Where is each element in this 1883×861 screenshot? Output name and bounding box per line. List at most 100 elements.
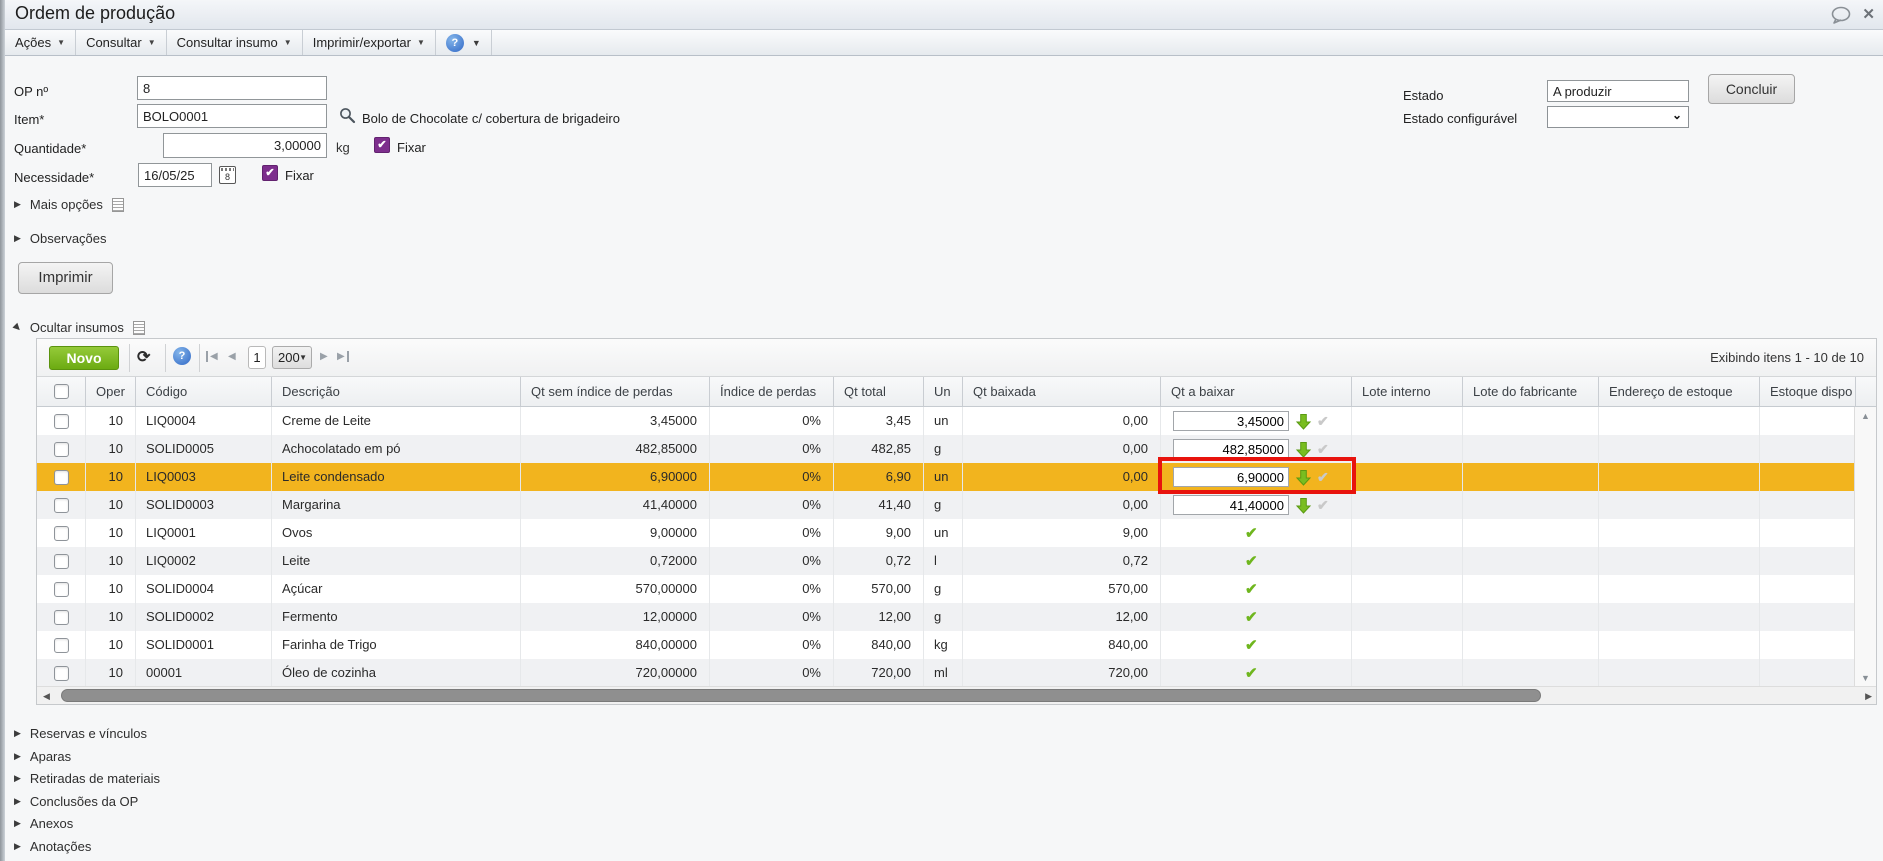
help-icon[interactable]: ? [173, 347, 191, 365]
scroll-right-icon[interactable]: ▶ [1865, 691, 1872, 702]
row-checkbox[interactable] [53, 609, 69, 625]
row-checkbox[interactable] [53, 637, 69, 653]
page-next-icon[interactable]: ▶ [320, 351, 328, 362]
estado-configuravel-select[interactable]: ⌄ [1547, 106, 1689, 128]
imprimir-button[interactable]: Imprimir [18, 262, 113, 294]
row-checkbox[interactable] [53, 581, 69, 597]
item-input[interactable] [137, 104, 327, 128]
cell-estoque-disponivel [1760, 659, 1856, 687]
column-header-qt-a-baixar[interactable]: Qt a baixar [1161, 377, 1352, 406]
fixar-quantity-checkbox[interactable]: ✔ [374, 137, 390, 153]
chevron-down-icon[interactable]: ▼ [472, 38, 481, 48]
help-icon[interactable]: ? [445, 33, 464, 52]
row-checkbox[interactable] [53, 665, 69, 681]
menu-item-consultar-insumo[interactable]: Consultar insumo ▼ [167, 30, 303, 55]
green-down-arrow-icon[interactable] [1295, 441, 1312, 458]
select-all-checkbox[interactable] [53, 384, 69, 399]
green-down-arrow-icon[interactable] [1295, 497, 1312, 514]
menu-item-consultar[interactable]: Consultar ▼ [76, 30, 167, 55]
scroll-up-icon[interactable]: ▲ [1855, 411, 1876, 421]
grid-header: Oper Código Descrição Qt sem índice de perd… [37, 377, 1876, 407]
notes-icon[interactable] [111, 197, 124, 212]
column-header--ndice-de-perdas[interactable]: Índice de perdas [710, 377, 834, 406]
section-toggle-anota-es[interactable]: ▶ Anotações [14, 839, 91, 854]
quantity-label: Quantidade* [14, 141, 87, 156]
horizontal-scrollbar[interactable]: ◀ ▶ [37, 686, 1876, 704]
mais-opcoes-toggle[interactable]: ▶ Mais opções [14, 197, 124, 212]
novo-button[interactable]: Novo [49, 346, 119, 370]
cell-endereco-estoque [1599, 435, 1760, 463]
notes-icon[interactable] [132, 320, 145, 335]
op-number-input[interactable] [137, 76, 327, 100]
row-checkbox[interactable] [53, 497, 69, 513]
row-checkbox[interactable] [53, 441, 69, 457]
page-last-icon[interactable]: ▶ [337, 351, 349, 362]
column-header-un[interactable]: Un [924, 377, 963, 406]
column-header-estoque-dispo[interactable]: Estoque dispo [1760, 377, 1856, 406]
column-header-endere-o-de-estoque[interactable]: Endereço de estoque [1599, 377, 1760, 406]
triangle-collapsed-icon: ▶ [14, 728, 21, 738]
menu-item-imprimir-exportar[interactable]: Imprimir/exportar ▼ [303, 30, 436, 55]
section-toggle-anexos[interactable]: ▶ Anexos [14, 816, 73, 831]
section-toggle-retiradas-de-materiais[interactable]: ▶ Retiradas de materiais [14, 771, 160, 786]
close-icon[interactable]: ✕ [1862, 6, 1875, 24]
speech-bubble-icon[interactable] [1830, 6, 1852, 24]
qt-a-baixar-input[interactable] [1173, 467, 1289, 487]
table-row[interactable]: 10 LIQ0001 Ovos 9,00000 0% 9,00 un 9,00 ✔ [37, 519, 1876, 547]
page-prev-icon[interactable]: ◀ [228, 351, 236, 362]
calendar-icon[interactable]: 8 [219, 166, 236, 184]
page-number-input[interactable]: 1 [248, 346, 266, 369]
concluir-button[interactable]: Concluir [1708, 74, 1795, 104]
quantity-input[interactable] [163, 133, 327, 158]
observacoes-toggle[interactable]: ▶ Observações [14, 231, 107, 246]
page-size-select[interactable]: 200 ▼ [272, 346, 312, 369]
qt-a-baixar-input[interactable] [1173, 495, 1289, 515]
table-row[interactable]: 10 LIQ0002 Leite 0,72000 0% 0,72 l 0,72 ✔ [37, 547, 1876, 575]
refresh-icon[interactable]: ⟳ [137, 347, 150, 367]
table-row[interactable]: 10 SOLID0002 Fermento 12,00000 0% 12,00 g 12,00… [37, 603, 1876, 631]
table-row[interactable]: 10 SOLID0003 Margarina 41,40000 0% 41,40 g 0,00… [37, 491, 1876, 519]
column-header-qt-baixada[interactable]: Qt baixada [963, 377, 1161, 406]
row-checkbox[interactable] [53, 553, 69, 569]
vertical-scrollbar[interactable]: ▲ ▼ [1854, 407, 1876, 687]
green-down-arrow-icon[interactable] [1295, 469, 1312, 486]
page-first-icon[interactable]: ◀ [206, 351, 218, 362]
need-date-input[interactable] [138, 163, 212, 187]
green-check-icon: ✔ [1245, 580, 1258, 598]
estado-input[interactable] [1547, 80, 1689, 102]
row-checkbox[interactable] [53, 469, 69, 485]
magnifier-icon[interactable] [339, 107, 356, 127]
table-row[interactable]: 10 SOLID0005 Achocolatado em pó 482,85000 0%… [37, 435, 1876, 463]
scroll-down-icon[interactable]: ▼ [1855, 673, 1876, 683]
column-header-qt-total[interactable]: Qt total [834, 377, 924, 406]
scrollbar-thumb[interactable] [61, 689, 1541, 702]
table-row[interactable]: 10 LIQ0003 Leite condensado 6,90000 0% 6,90 un… [37, 463, 1876, 491]
row-checkbox[interactable] [53, 525, 69, 541]
table-row[interactable]: 10 SOLID0001 Farinha de Trigo 840,00000 0% 84… [37, 631, 1876, 659]
menu-item-label: Imprimir/exportar [312, 35, 411, 50]
cell-lote-interno [1352, 491, 1463, 519]
table-row[interactable]: 10 00001 Óleo de cozinha 720,00000 0% 720,00 m… [37, 659, 1876, 687]
section-label: Reservas e vínculos [29, 726, 147, 741]
qt-a-baixar-input[interactable] [1173, 439, 1289, 459]
row-checkbox[interactable] [53, 413, 69, 429]
table-row[interactable]: 10 SOLID0004 Açúcar 570,00000 0% 570,00 g 570,0… [37, 575, 1876, 603]
menu-item-a-es[interactable]: Ações ▼ [5, 30, 77, 55]
column-header-oper[interactable]: Oper [86, 377, 136, 406]
item-description: Bolo de Chocolate c/ cobertura de brigad… [362, 111, 620, 126]
column-header-descri-o[interactable]: Descrição [272, 377, 521, 406]
table-row[interactable]: 10 LIQ0004 Creme de Leite 3,45000 0% 3,45 un 0,… [37, 407, 1876, 435]
scroll-left-icon[interactable]: ◀ [43, 691, 50, 702]
fixar-date-checkbox[interactable]: ✔ [262, 165, 278, 181]
column-header-c-digo[interactable]: Código [136, 377, 272, 406]
ocultar-insumos-toggle[interactable]: ▶ Ocultar insumos [12, 320, 145, 335]
section-toggle-aparas[interactable]: ▶ Aparas [14, 749, 71, 764]
column-header-qt-sem-ndice-de-perdas[interactable]: Qt sem índice de perdas [521, 377, 710, 406]
column-header-lote-interno[interactable]: Lote interno [1352, 377, 1463, 406]
menu-help[interactable]: ? ▼ [436, 30, 492, 55]
section-toggle-conclus-es-da-op[interactable]: ▶ Conclusões da OP [14, 794, 138, 809]
column-header-lote-do-fabricante[interactable]: Lote do fabricante [1463, 377, 1599, 406]
green-down-arrow-icon[interactable] [1295, 413, 1312, 430]
section-toggle-reservas-e-v-nculos[interactable]: ▶ Reservas e vínculos [14, 726, 147, 741]
qt-a-baixar-input[interactable] [1173, 411, 1289, 431]
